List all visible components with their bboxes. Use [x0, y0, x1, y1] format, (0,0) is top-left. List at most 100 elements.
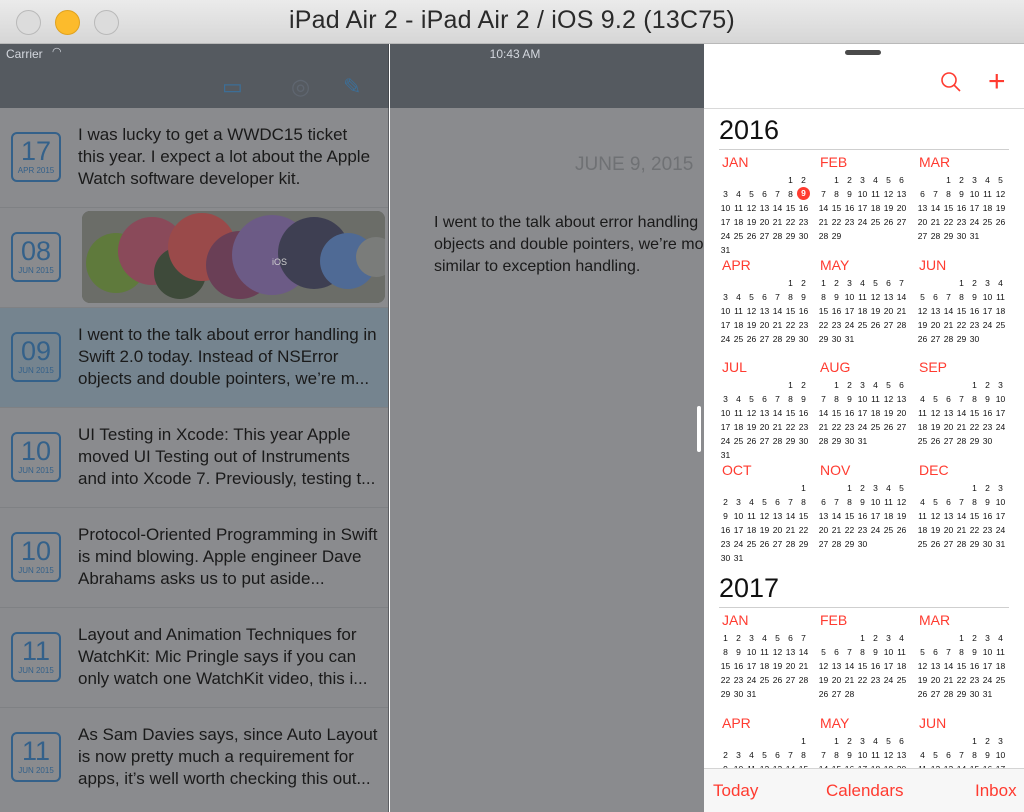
day-cell[interactable]: 11: [745, 509, 758, 523]
month-jun-2017[interactable]: JUN1234567891011121314151617181920212223…: [916, 714, 1012, 769]
day-cell[interactable]: 19: [895, 509, 908, 523]
day-cell[interactable]: 25: [916, 434, 929, 448]
day-cell[interactable]: 10: [882, 645, 895, 659]
day-cell[interactable]: 18: [994, 304, 1007, 318]
search-icon[interactable]: [940, 71, 962, 93]
day-cell[interactable]: 23: [830, 318, 843, 332]
day-cell[interactable]: 3: [968, 173, 981, 187]
day-cell[interactable]: 22: [830, 215, 843, 229]
day-cell[interactable]: 31: [856, 434, 869, 448]
day-cell[interactable]: 2: [843, 173, 856, 187]
day-cell[interactable]: 13: [771, 509, 784, 523]
day-cell[interactable]: 5: [882, 734, 895, 748]
day-cell[interactable]: 21: [955, 420, 968, 434]
day-cell[interactable]: 25: [732, 229, 745, 243]
day-cell[interactable]: 19: [916, 318, 929, 332]
day-cell[interactable]: 10: [856, 392, 869, 406]
day-cell[interactable]: 22: [784, 215, 797, 229]
day-cell[interactable]: 18: [732, 420, 745, 434]
day-cell[interactable]: 7: [895, 276, 908, 290]
day-cell[interactable]: 5: [758, 748, 771, 762]
day-cell[interactable]: 8: [797, 495, 810, 509]
day-cell[interactable]: 2: [869, 631, 882, 645]
day-cell[interactable]: 9: [830, 290, 843, 304]
day-cell[interactable]: 19: [869, 304, 882, 318]
day-cell[interactable]: 15: [968, 509, 981, 523]
day-cell[interactable]: 16: [869, 659, 882, 673]
day-cell[interactable]: 14: [771, 201, 784, 215]
day-cell[interactable]: 25: [916, 537, 929, 551]
day-cell[interactable]: 9: [843, 392, 856, 406]
year-calendar[interactable]: 2016 JAN 1 2 3 4 5 6 7 8 9 10 11 12 13 14 15 16 17 18 19 20 21…: [704, 109, 1024, 768]
day-cell[interactable]: 23: [843, 420, 856, 434]
day-cell[interactable]: 24: [981, 673, 994, 687]
today-button[interactable]: Today: [713, 781, 758, 801]
day-cell[interactable]: 31: [732, 551, 745, 565]
day-cell[interactable]: 11: [895, 645, 908, 659]
day-cell[interactable]: 28: [843, 687, 856, 701]
day-cell[interactable]: 12: [745, 304, 758, 318]
day-cell[interactable]: 14: [817, 201, 830, 215]
day-cell[interactable]: 9: [797, 392, 810, 406]
year-title[interactable]: 2016: [719, 115, 779, 146]
day-cell[interactable]: 3: [732, 495, 745, 509]
day-cell[interactable]: 6: [895, 734, 908, 748]
day-cell[interactable]: 23: [869, 673, 882, 687]
day-cell[interactable]: 3: [719, 187, 732, 201]
day-cell[interactable]: 12: [929, 509, 942, 523]
day-cell[interactable]: 26: [745, 332, 758, 346]
day-cell[interactable]: 2: [732, 631, 745, 645]
day-cell[interactable]: 21: [895, 304, 908, 318]
day-cell[interactable]: 5: [929, 495, 942, 509]
day-cell[interactable]: 28: [797, 673, 810, 687]
day-cell[interactable]: 4: [869, 734, 882, 748]
day-cell[interactable]: 24: [994, 420, 1007, 434]
day-cell[interactable]: 13: [830, 659, 843, 673]
day-cell[interactable]: 10: [994, 392, 1007, 406]
day-cell[interactable]: 19: [745, 420, 758, 434]
day-cell[interactable]: 30: [719, 551, 732, 565]
day-cell[interactable]: 23: [797, 215, 810, 229]
day-cell[interactable]: 20: [771, 523, 784, 537]
day-cell[interactable]: 24: [856, 215, 869, 229]
month-jan-2016[interactable]: JAN 1 2 3 4 5 6 7 8 9 10 11 12 13 14 15 16 17 18 19 20 21 22 23…: [719, 153, 815, 257]
day-cell[interactable]: 12: [929, 406, 942, 420]
day-cell[interactable]: 10: [994, 748, 1007, 762]
day-cell[interactable]: 16: [797, 406, 810, 420]
day-cell[interactable]: 24: [882, 673, 895, 687]
day-cell[interactable]: 13: [895, 748, 908, 762]
day-cell[interactable]: 20: [758, 215, 771, 229]
day-cell[interactable]: 28: [955, 537, 968, 551]
day-cell[interactable]: 29: [830, 229, 843, 243]
day-cell[interactable]: 8: [784, 392, 797, 406]
day-cell[interactable]: 22: [955, 318, 968, 332]
day-cell[interactable]: 18: [981, 201, 994, 215]
day-cell[interactable]: 17: [745, 659, 758, 673]
day-cell[interactable]: 7: [942, 645, 955, 659]
day-cell[interactable]: 16: [797, 201, 810, 215]
entries-list[interactable]: 17 APR 2015 I was lucky to get a WWDC15 …: [0, 108, 389, 812]
day-cell[interactable]: 17: [719, 420, 732, 434]
day-cell[interactable]: 21: [942, 673, 955, 687]
day-cell[interactable]: 27: [817, 537, 830, 551]
day-cell[interactable]: 25: [758, 673, 771, 687]
day-cell[interactable]: 29: [968, 537, 981, 551]
day-cell[interactable]: 5: [882, 378, 895, 392]
day-cell[interactable]: 11: [856, 290, 869, 304]
day-cell[interactable]: 12: [895, 495, 908, 509]
day-cell[interactable]: 20: [758, 420, 771, 434]
day-cell[interactable]: 3: [856, 734, 869, 748]
day-cell[interactable]: 2: [981, 481, 994, 495]
day-cell[interactable]: 10: [719, 406, 732, 420]
day-cell[interactable]: 19: [745, 318, 758, 332]
day-cell[interactable]: 7: [843, 645, 856, 659]
day-cell[interactable]: 13: [895, 392, 908, 406]
day-cell[interactable]: 22: [830, 420, 843, 434]
day-cell[interactable]: 17: [869, 509, 882, 523]
day-cell[interactable]: 25: [745, 537, 758, 551]
day-cell[interactable]: 14: [929, 201, 942, 215]
entry-row[interactable]: 10 JUN 2015 Protocol-Oriented Programmin…: [0, 508, 388, 608]
day-cell[interactable]: 21: [817, 420, 830, 434]
day-cell[interactable]: 13: [817, 509, 830, 523]
day-cell[interactable]: 7: [942, 290, 955, 304]
